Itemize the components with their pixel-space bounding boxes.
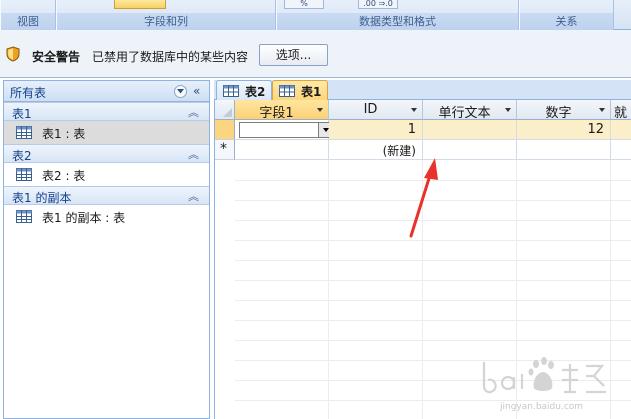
cell-number[interactable]: 12 bbox=[517, 120, 611, 140]
decimal-format-button[interactable]: .00 ⇒.0 bbox=[358, 0, 398, 9]
column-header-partial[interactable]: 就 bbox=[611, 100, 631, 120]
chevron-down-icon[interactable] bbox=[505, 108, 511, 112]
shield-icon bbox=[6, 46, 20, 62]
ribbon-group-label: 视图 bbox=[1, 13, 55, 30]
grid-line bbox=[235, 280, 631, 281]
nav-item-table2[interactable]: 表2 : 表 bbox=[4, 163, 209, 186]
table-icon bbox=[16, 210, 32, 223]
row-selector-new[interactable]: * bbox=[215, 140, 235, 160]
nav-group-label: 表1 bbox=[12, 107, 32, 121]
options-button[interactable]: 选项... bbox=[259, 44, 328, 66]
column-header-label: ID bbox=[363, 102, 378, 117]
cell-value: 1 bbox=[407, 122, 416, 137]
new-cell-partial[interactable] bbox=[611, 140, 631, 160]
cell-id[interactable]: 1 bbox=[329, 120, 423, 140]
new-record-label: (新建) bbox=[382, 144, 416, 158]
cell-partial[interactable] bbox=[611, 120, 631, 140]
new-cell-number[interactable] bbox=[517, 140, 611, 160]
chevron-down-icon[interactable] bbox=[317, 108, 323, 112]
navigation-pane: 所有表 « 表1 ︽ 表1 : 表 表2 ︽ 表2: 表 表1 的副本 ︽ 表… bbox=[3, 80, 210, 419]
nav-group-table1-copy[interactable]: 表1 的副本 ︽ bbox=[4, 186, 209, 205]
column-header-number[interactable]: 数字 bbox=[517, 100, 611, 121]
tab-table2[interactable]: 表2 bbox=[216, 80, 272, 100]
nav-group-table1[interactable]: 表1 ︽ bbox=[4, 102, 209, 121]
nav-item-table1-copy[interactable]: 表1 的副本 : 表 bbox=[4, 205, 209, 228]
nav-pane-header[interactable]: 所有表 « bbox=[4, 81, 209, 102]
access-window: 视图 字段和列 % .00 ⇒.0 数据类型和格式 关系 安全警告 已禁用了数据… bbox=[0, 0, 631, 419]
table-icon bbox=[279, 85, 295, 97]
ribbon-group-datatype: % .00 ⇒.0 数据类型和格式 bbox=[276, 0, 519, 30]
grid-line bbox=[235, 180, 631, 181]
nav-group-label: 表1 的副本 bbox=[12, 191, 72, 205]
column-header-field1[interactable]: 字段1 bbox=[235, 100, 329, 121]
chevron-down-icon[interactable] bbox=[599, 108, 605, 112]
document-tabs: 表2 表1 bbox=[214, 80, 631, 100]
grid-line bbox=[235, 300, 631, 301]
chevron-down-icon[interactable] bbox=[411, 108, 417, 112]
chevron-up-icon[interactable]: ︽ bbox=[188, 104, 199, 120]
ribbon: 视图 字段和列 % .00 ⇒.0 数据类型和格式 关系 bbox=[0, 0, 631, 30]
nav-item-label: 表2 : 表 bbox=[42, 169, 86, 183]
grid-line bbox=[235, 220, 631, 221]
tab-label: 表2 bbox=[245, 85, 266, 99]
column-header-id[interactable]: ID bbox=[329, 100, 423, 120]
row-selector-current[interactable] bbox=[215, 120, 235, 140]
nav-group-label: 表2 bbox=[12, 149, 32, 163]
nav-item-table1[interactable]: 表1 : 表 bbox=[4, 121, 209, 144]
column-header-label: 就 bbox=[614, 106, 628, 120]
ribbon-group-view: 视图 bbox=[0, 0, 56, 30]
cell-field1-editing[interactable] bbox=[235, 120, 334, 140]
column-header-label: 字段1 bbox=[259, 106, 294, 121]
table-icon bbox=[16, 168, 32, 181]
security-warning-title: 安全警告 bbox=[32, 50, 81, 64]
grid-line bbox=[235, 240, 631, 241]
table-icon bbox=[223, 85, 239, 97]
chevron-up-icon[interactable]: ︽ bbox=[188, 146, 199, 162]
nav-item-label: 表1 : 表 bbox=[42, 127, 86, 141]
grid-line bbox=[235, 320, 631, 321]
watermark-url: jingyan.baidu.com bbox=[500, 402, 584, 412]
ribbon-group-label: 字段和列 bbox=[57, 13, 275, 30]
ribbon-group-label: 数据类型和格式 bbox=[277, 13, 518, 30]
security-message-bar: 安全警告 已禁用了数据库中的某些内容 选项... bbox=[0, 30, 631, 78]
grid-line bbox=[235, 340, 631, 341]
chevron-down-icon bbox=[177, 89, 184, 94]
ribbon-group-relations: 关系 bbox=[519, 0, 614, 30]
nav-menu-dropdown[interactable] bbox=[174, 85, 187, 98]
percent-format-button[interactable]: % bbox=[284, 0, 324, 9]
tab-label: 表1 bbox=[301, 85, 322, 99]
cell-value: 12 bbox=[587, 122, 604, 137]
ribbon-highlighted-button[interactable] bbox=[114, 0, 166, 9]
nav-group-table2[interactable]: 表2 ︽ bbox=[4, 144, 209, 163]
select-all-corner[interactable] bbox=[215, 100, 235, 120]
chevron-up-icon[interactable]: ︽ bbox=[188, 188, 199, 204]
new-cell-single-line-text[interactable] bbox=[423, 140, 517, 160]
grid-line bbox=[235, 200, 631, 201]
nav-item-label: 表1 的副本 : 表 bbox=[42, 211, 126, 225]
ribbon-group-label: 关系 bbox=[520, 13, 613, 30]
nav-pane-title: 所有表 bbox=[10, 86, 47, 100]
column-header-label: 数字 bbox=[545, 106, 572, 121]
new-record-marker: * bbox=[220, 141, 227, 157]
grid-line bbox=[235, 260, 631, 261]
field1-combo-input[interactable] bbox=[239, 122, 334, 138]
security-warning-text: 已禁用了数据库中的某些内容 bbox=[92, 50, 249, 64]
new-cell-id[interactable]: (新建) bbox=[329, 140, 423, 160]
tab-table1[interactable]: 表1 bbox=[272, 80, 328, 100]
column-header-single-line-text[interactable]: 单行文本 bbox=[423, 100, 517, 121]
column-header-label: 单行文本 bbox=[438, 106, 491, 121]
ribbon-group-fields: 字段和列 bbox=[56, 0, 276, 30]
cell-single-line-text[interactable] bbox=[423, 120, 517, 140]
collapse-pane-icon[interactable]: « bbox=[193, 84, 200, 98]
new-cell-field1[interactable] bbox=[235, 140, 329, 160]
table-icon bbox=[16, 126, 32, 139]
